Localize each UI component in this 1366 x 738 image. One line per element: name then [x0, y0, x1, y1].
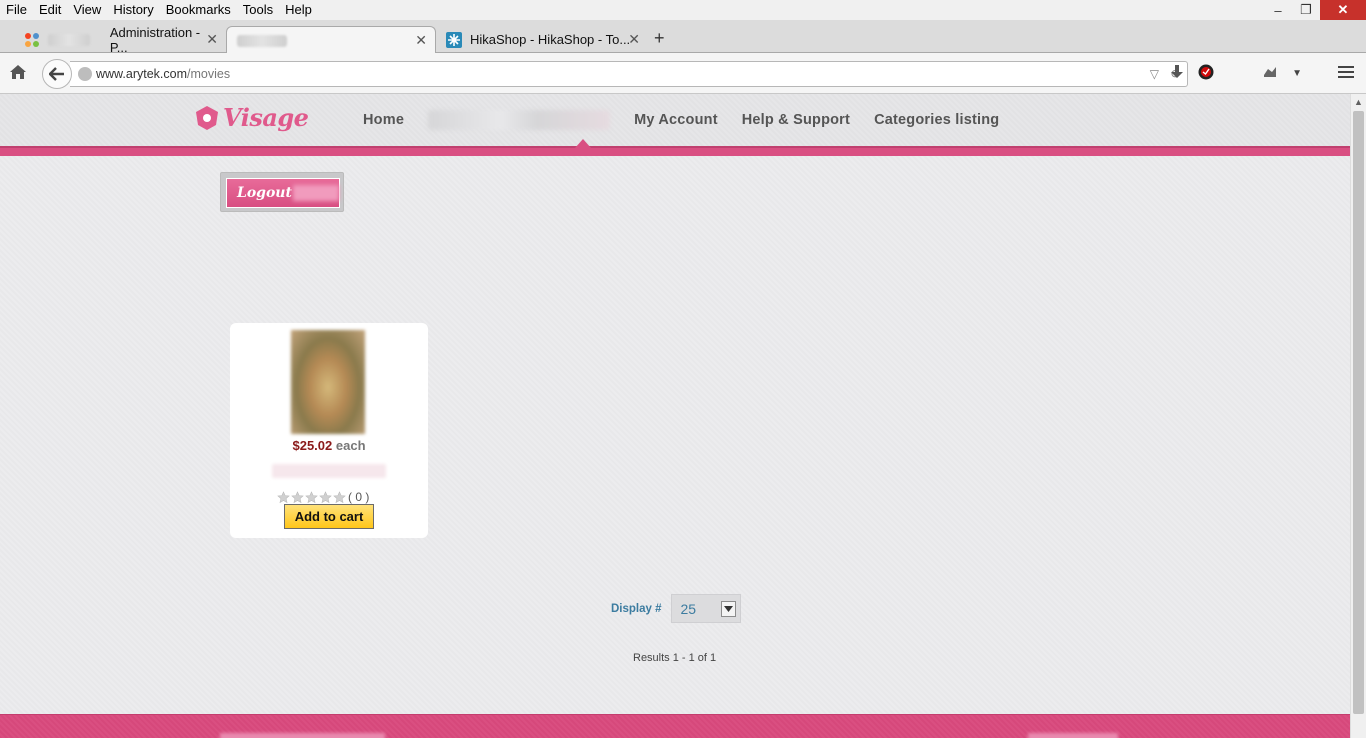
chevron-down-icon[interactable] — [720, 601, 736, 617]
menu-bookmarks[interactable]: Bookmarks — [160, 0, 237, 20]
nav-help-support[interactable]: Help & Support — [742, 112, 850, 128]
arrow-left-icon — [49, 67, 64, 81]
new-tab-icon[interactable]: + — [654, 28, 665, 49]
menu-help[interactable]: Help — [279, 0, 318, 20]
header-accent-strip — [0, 146, 1350, 156]
results-counter: Results 1 - 1 of 1 — [633, 652, 717, 664]
site-logo[interactable]: Visage — [195, 103, 309, 132]
product-price: $25.02 — [292, 438, 333, 453]
joomla-icon — [24, 32, 40, 48]
footer-back-to-top-blurred[interactable] — [1028, 733, 1118, 738]
site-navigation: Home My Account Help & Support Categorie… — [363, 110, 1023, 130]
visage-logo-icon — [196, 105, 218, 130]
display-label: Display # — [611, 602, 662, 615]
tab-active[interactable]: ✕ — [226, 26, 436, 54]
nav-my-account[interactable]: My Account — [634, 112, 718, 128]
star-icon[interactable] — [333, 490, 346, 504]
price-unit: each — [335, 438, 366, 453]
menu-tools[interactable]: Tools — [237, 0, 279, 20]
star-icon[interactable] — [291, 490, 304, 504]
site-footer — [0, 714, 1350, 738]
scrollbar-thumb[interactable] — [1353, 111, 1364, 714]
scroll-up-icon[interactable]: ▲ — [1354, 97, 1363, 107]
menu-file[interactable]: File — [0, 0, 33, 20]
nav-categories-listing[interactable]: Categories listing — [874, 112, 999, 128]
url-bar[interactable]: www.arytek.com/movies ▽ ⟳ — [70, 61, 1188, 87]
product-card: $25.02 each ( 0 ) Add to cart — [230, 323, 428, 538]
dropdown-history-icon[interactable]: ▽ — [1150, 67, 1159, 81]
menu-edit[interactable]: Edit — [33, 0, 67, 20]
close-tab-icon[interactable]: ✕ — [206, 31, 218, 48]
star-icon[interactable] — [319, 490, 332, 504]
browser-menubar: File Edit View History Bookmarks Tools H… — [0, 0, 1366, 20]
footer-copyright-blurred — [220, 733, 385, 738]
download-icon[interactable] — [1170, 64, 1184, 83]
window-controls: – ❐ ✕ — [1264, 0, 1366, 20]
site-header: Visage Home My Account Help & Support Ca… — [0, 94, 1350, 146]
blurred-text — [48, 33, 90, 46]
product-name-blurred[interactable] — [272, 464, 386, 478]
globe-icon — [78, 67, 92, 81]
display-count-select[interactable]: 25 — [670, 594, 741, 623]
navigation-toolbar: www.arytek.com/movies ▽ ⟳ ▼ — [0, 53, 1366, 94]
home-icon[interactable] — [9, 64, 27, 83]
menu-history[interactable]: History — [107, 0, 159, 20]
tab-label: Administration - P... — [109, 24, 201, 55]
tab-administration[interactable]: Administration - P... ✕ — [14, 24, 226, 55]
tab-label: HikaShop - HikaShop - To... — [470, 32, 631, 47]
extension-icon[interactable] — [1262, 65, 1278, 82]
close-window-icon[interactable]: ✕ — [1320, 0, 1366, 20]
logout-box: Logout — [220, 172, 344, 212]
restore-icon[interactable]: ❐ — [1292, 0, 1320, 20]
nav-home[interactable]: Home — [363, 112, 404, 128]
star-icon[interactable] — [277, 490, 290, 504]
url-domain: www.arytek.com — [96, 67, 187, 81]
addon-record-icon[interactable] — [1198, 64, 1214, 83]
page-scrollbar[interactable]: ▲ — [1350, 94, 1366, 738]
web-page: Visage Home My Account Help & Support Ca… — [0, 94, 1350, 738]
product-rating[interactable]: ( 0 ) — [277, 490, 369, 504]
hamburger-menu-icon[interactable] — [1338, 65, 1354, 82]
product-price-line: $25.02 each — [230, 438, 428, 453]
star-icon[interactable] — [305, 490, 318, 504]
back-button[interactable] — [42, 59, 72, 89]
chevron-down-icon[interactable]: ▼ — [1292, 68, 1302, 79]
nav-blurred-items[interactable] — [428, 110, 611, 130]
close-tab-icon[interactable]: ✕ — [628, 31, 640, 48]
rating-count: ( 0 ) — [348, 490, 370, 504]
active-nav-pointer-icon — [575, 139, 591, 148]
product-image[interactable] — [291, 330, 365, 434]
hikashop-icon — [446, 31, 462, 48]
add-to-cart-button[interactable]: Add to cart — [284, 504, 374, 529]
logout-button[interactable]: Logout — [226, 178, 340, 208]
url-path: /movies — [187, 67, 231, 81]
logo-text: Visage — [223, 103, 309, 132]
menu-view[interactable]: View — [67, 0, 107, 20]
tab-hikashop[interactable]: HikaShop - HikaShop - To... ✕ — [436, 26, 648, 53]
logout-label: Logout — [237, 185, 292, 201]
close-tab-icon[interactable]: ✕ — [415, 32, 427, 49]
display-count-control: Display # 25 — [611, 594, 741, 623]
tab-strip: Administration - P... ✕ ✕ HikaShop - Hik… — [0, 20, 1366, 55]
minimize-icon[interactable]: – — [1264, 0, 1292, 20]
blurred-username — [292, 185, 339, 201]
blurred-tab-title — [237, 34, 287, 47]
display-count-value: 25 — [680, 600, 697, 617]
